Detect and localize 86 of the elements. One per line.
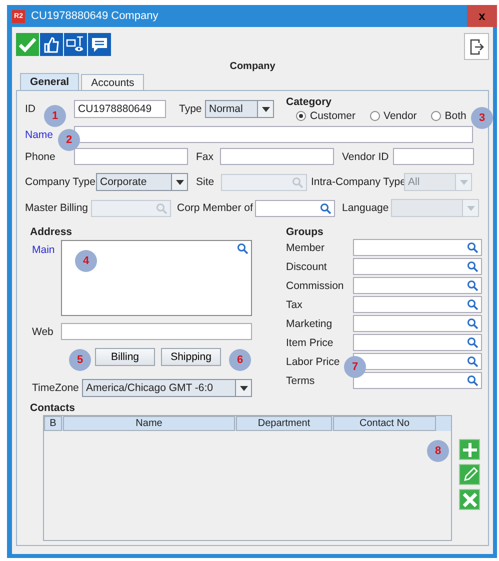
search-icon[interactable]	[467, 375, 478, 386]
section-title: Contacts	[29, 402, 76, 414]
fax-field[interactable]	[220, 148, 334, 165]
field-label: Corp Member of	[177, 202, 253, 214]
callout-marker: 5	[69, 349, 91, 371]
plus-icon[interactable]	[460, 440, 479, 459]
search-icon[interactable]	[467, 337, 478, 348]
timezone-dropdown[interactable]: America/Chicago GMT -6:0	[82, 379, 252, 397]
search-icon[interactable]	[467, 242, 478, 253]
field-label: Language	[342, 202, 389, 214]
column-header: Contact No	[333, 416, 436, 431]
id-field[interactable]: CU1978880649	[74, 100, 166, 118]
address-button[interactable]: Shipping	[161, 348, 221, 366]
callout-marker: 7	[344, 356, 366, 378]
field-label: Vendor ID	[342, 150, 389, 162]
address-button[interactable]: Billing	[95, 348, 155, 366]
close-button[interactable]: x	[467, 5, 497, 27]
caret-icon	[466, 206, 474, 210]
group-field[interactable]	[353, 277, 482, 294]
field-label: Discount	[286, 260, 327, 272]
radio-button[interactable]	[430, 111, 441, 121]
field-label: Master Billing	[25, 202, 88, 214]
field-label: Company Type	[25, 176, 96, 188]
field-label: Phone	[25, 150, 56, 162]
corp-member-field[interactable]	[255, 200, 335, 216]
section-title: Groups	[286, 226, 324, 238]
field-label: ID	[25, 103, 36, 115]
group-field[interactable]	[353, 296, 482, 313]
tab[interactable]: Accounts	[81, 74, 144, 90]
caret-icon	[262, 106, 270, 112]
radio-button[interactable]	[296, 111, 306, 121]
caret-icon	[240, 386, 248, 390]
phone-field[interactable]	[74, 148, 188, 165]
callout-marker: 2	[58, 129, 80, 151]
type-dropdown[interactable]: Normal	[205, 100, 274, 118]
field-label: Fax	[196, 150, 214, 162]
tab[interactable]: General	[20, 73, 80, 90]
field-label: Marketing	[286, 318, 332, 330]
callout-marker: 6	[229, 349, 251, 371]
search-icon[interactable]	[467, 261, 478, 272]
search-icon[interactable]	[467, 318, 478, 329]
group-field[interactable]	[353, 315, 482, 332]
form-heading: Company	[228, 61, 276, 74]
close-icon[interactable]	[460, 490, 479, 509]
window-title: CU1978880649 Company	[31, 10, 160, 22]
company-type-dropdown[interactable]: Corporate	[96, 173, 188, 191]
group-field[interactable]	[353, 239, 482, 256]
field-label: Member	[286, 242, 325, 254]
section-title: Address	[29, 226, 74, 238]
group-field[interactable]	[353, 334, 482, 351]
field-label: Item Price	[286, 336, 334, 348]
search-icon[interactable]	[237, 243, 248, 254]
field-label: Tax	[286, 298, 302, 310]
field-label: Main	[32, 244, 55, 256]
column-header: Name	[63, 416, 235, 431]
exit-icon[interactable]	[470, 38, 484, 54]
caret-icon	[460, 180, 468, 184]
field-label: Site	[196, 176, 214, 188]
search-icon[interactable]	[467, 356, 478, 367]
field-label: Web	[32, 326, 54, 338]
name-field[interactable]	[74, 126, 473, 143]
radio-button[interactable]	[370, 111, 380, 121]
address-field[interactable]	[61, 240, 252, 316]
search-icon[interactable]	[467, 280, 478, 291]
field-label: Labor Price	[286, 356, 340, 368]
field-label: TimeZone	[32, 382, 79, 394]
caret-icon	[176, 180, 184, 184]
callout-marker: 1	[44, 105, 66, 127]
field-label: Terms	[286, 374, 315, 386]
callout-marker: 3	[471, 107, 493, 129]
radio-label: Vendor	[384, 110, 417, 122]
category-label: Category	[286, 96, 333, 108]
field-label: Name	[25, 128, 54, 140]
group-field[interactable]	[353, 258, 482, 275]
group-field[interactable]	[353, 353, 482, 370]
field-label: Commission	[286, 280, 344, 292]
field-label: Type	[179, 103, 202, 115]
search-icon[interactable]	[467, 299, 478, 310]
vendor-id-field[interactable]	[393, 148, 474, 165]
radio-label: Customer	[310, 110, 356, 122]
column-header: Department	[236, 416, 332, 431]
web-field[interactable]	[61, 323, 252, 340]
radio-label: Both	[444, 110, 466, 122]
group-field[interactable]	[353, 372, 482, 389]
column-header: B	[44, 416, 62, 431]
search-icon[interactable]	[320, 202, 331, 214]
